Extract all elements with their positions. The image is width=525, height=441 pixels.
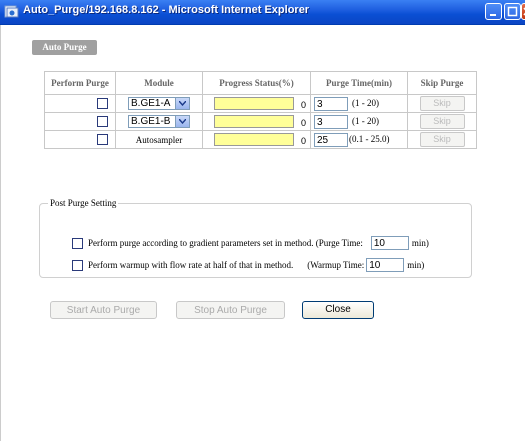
warmup-unit: min) [407,260,425,270]
post-purge-legend: Post Purge Setting [48,198,119,208]
purge-time-range: (1 - 20) [352,97,379,108]
progress-value: 0 [300,100,306,110]
warmup-checkbox[interactable] [72,259,83,271]
header-skip-purge: Skip Purge [407,71,477,95]
gradient-purge-checkbox[interactable] [72,237,83,249]
warmup-row: Perform warmup with flow rate at half of… [72,258,424,272]
skip-button[interactable]: Skip [419,96,465,111]
window-title: Auto_Purge/192.168.8.162 - Microsoft Int… [23,4,310,16]
header-perform-purge: Perform Purge [44,71,116,95]
gradient-purge-row: Perform purge according to gradient para… [72,236,429,250]
warmup-label: Perform warmup with flow rate at half of… [88,260,294,270]
stop-auto-purge-button[interactable]: Stop Auto Purge [176,301,285,319]
internet-explorer-icon [4,5,19,18]
table-row: B.GE1-A 0 3 (1 - 20) Skip [44,94,477,113]
progress-bar [214,115,294,128]
warmup-time-label: (Warmup Time: [307,260,365,270]
module-cell: B.GE1-B [115,112,203,131]
start-auto-purge-button[interactable]: Start Auto Purge [50,301,157,319]
table-row: B.GE1-B 0 3 (1 - 20) Skip [44,112,477,131]
progress-cell: 0 [202,94,311,113]
table-header-row: Perform Purge Module Progress Status(%) … [44,71,477,95]
progress-value: 0 [300,136,306,146]
progress-bar [214,97,294,110]
maximize-icon [507,6,518,17]
header-module: Module [115,71,203,95]
module-select[interactable]: B.GE1-B [128,115,190,128]
purge-time-cell: 3 (1 - 20) [310,112,408,131]
gradient-purge-unit: min) [411,238,429,248]
perform-purge-checkbox[interactable] [97,134,108,146]
close-button[interactable]: Close [302,301,374,319]
skip-cell: Skip [407,112,477,131]
purge-time-range: (0.1 - 25.0) [349,133,390,144]
skip-button[interactable]: Skip [419,132,465,147]
warmup-time-input[interactable]: 10 [366,258,405,272]
table-row: Autosampler 0 25 (0.1 - 25.0) Skip [44,130,477,149]
close-window-button[interactable] [521,3,525,20]
module-select[interactable]: B.GE1-A [128,97,190,110]
purge-time-input[interactable]: 25 [314,132,348,147]
header-purge-time: Purge Time(min) [310,71,408,95]
purge-time-input[interactable]: 3 [314,114,348,129]
purge-time-input[interactable]: 3 [314,96,348,111]
chevron-down-icon [179,101,186,106]
skip-button[interactable]: Skip [419,114,465,129]
progress-cell: 0 [202,130,311,149]
progress-cell: 0 [202,112,311,131]
module-select-value: B.GE1-A [131,98,171,109]
perform-purge-cell [44,94,116,113]
module-label: Autosampler [115,130,203,149]
perform-purge-cell [44,130,116,149]
minimize-icon [490,14,496,16]
perform-purge-cell [44,112,116,131]
minimize-button[interactable] [485,3,502,20]
purge-table: Perform Purge Module Progress Status(%) … [44,71,477,149]
progress-value: 0 [300,118,306,128]
progress-bar [214,133,294,146]
perform-purge-checkbox[interactable] [97,98,108,110]
gradient-purge-time-input[interactable]: 10 [370,236,409,250]
module-select-value: B.GE1-B [131,116,171,127]
header-progress-status: Progress Status(%) [202,71,311,95]
purge-time-range: (1 - 20) [352,115,379,126]
skip-cell: Skip [407,94,477,113]
maximize-button[interactable] [504,3,521,20]
auto-purge-tab: Auto Purge [32,40,97,55]
skip-cell: Skip [407,130,477,149]
purge-time-cell: 25 (0.1 - 25.0) [310,130,408,149]
perform-purge-checkbox[interactable] [97,116,108,128]
title-bar: Auto_Purge/192.168.8.162 - Microsoft Int… [0,0,525,25]
chevron-down-icon [179,119,186,124]
gradient-purge-label: Perform purge according to gradient para… [88,238,363,248]
module-cell: B.GE1-A [115,94,203,113]
purge-time-cell: 3 (1 - 20) [310,94,408,113]
